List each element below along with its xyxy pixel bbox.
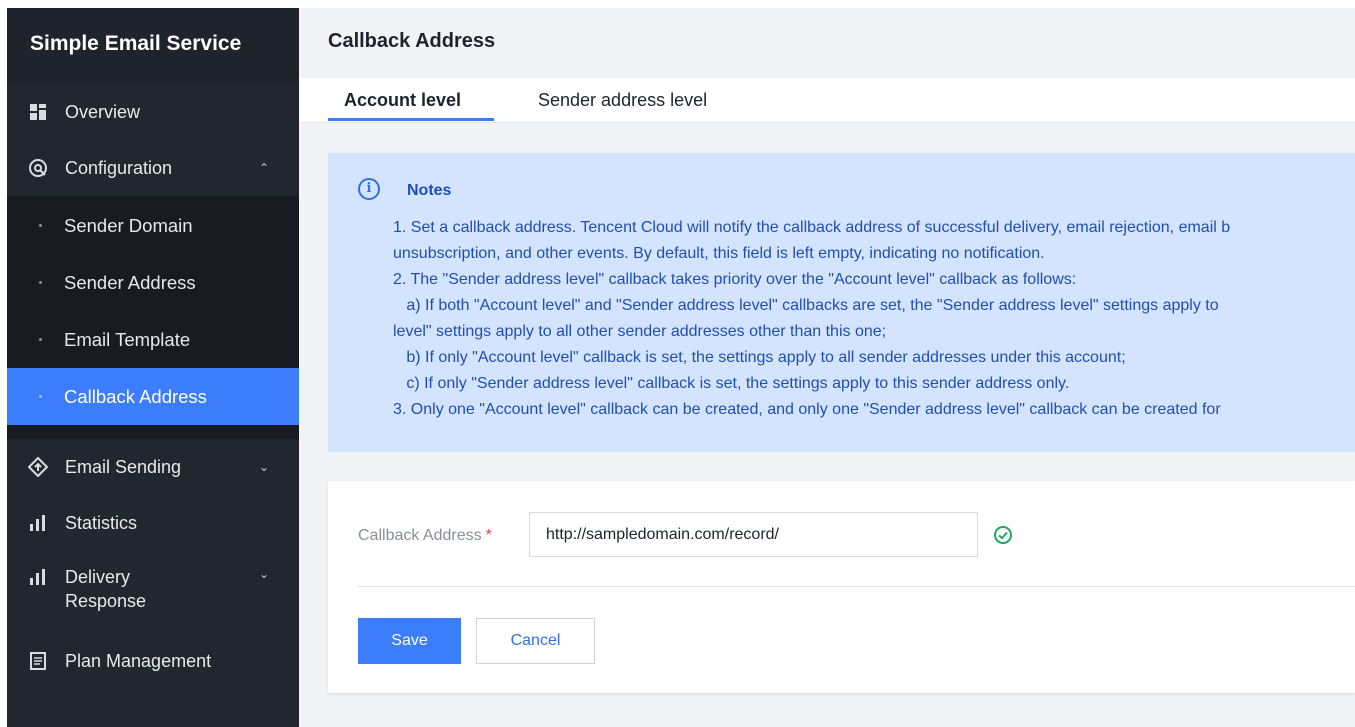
nav-item-label: Delivery Response [65,565,175,613]
nav-item-label-line1: Delivery [65,567,131,587]
send-icon [28,457,48,477]
save-button[interactable]: Save [358,618,461,664]
sidebar: Simple Email Service Overview Configurat… [7,8,299,727]
chevron-down-icon: ⌄ [258,567,269,581]
bullet-icon [39,224,42,227]
document-icon [28,651,48,671]
nav-item-label: Statistics [65,512,138,533]
nav-item-label: Plan Management [65,650,212,671]
info-icon: i [358,178,380,200]
cancel-button[interactable]: Cancel [476,618,595,664]
notes-line: level" settings apply to all other sende… [393,323,887,340]
app-title: Simple Email Service [7,8,299,84]
bullet-icon [39,395,42,398]
nav-item-overview[interactable]: Overview [7,84,299,140]
nav-item-label-line2: Response [65,591,147,611]
notes-body: 1. Set a callback address. Tencent Cloud… [393,215,1355,423]
notes-panel: i Notes 1. Set a callback address. Tence… [328,153,1355,452]
configuration-icon [28,158,48,178]
sidebar-item-email-template[interactable]: Email Template [7,311,299,368]
chevron-up-icon: ⌃ [258,161,269,175]
sidebar-item-sender-domain[interactable]: Sender Domain [7,197,299,254]
configuration-submenu: Sender Domain Sender Address Email Templ… [7,196,299,439]
page-title: Callback Address [328,30,496,52]
tab-sender-address-level[interactable]: Sender address level [538,90,707,111]
divider [358,586,1355,587]
nav-item-label: Email Sending [65,456,182,477]
nav-item-delivery-response[interactable]: Delivery Response ⌄ [7,551,299,633]
active-tab-indicator [328,118,494,121]
sidebar-item-label: Sender Domain [64,214,193,236]
notes-line: unsubscription, and other events. By def… [393,245,1045,262]
notes-line: 1. Set a callback address. Tencent Cloud… [393,219,1231,236]
sidebar-item-label: Sender Address [64,271,196,293]
check-circle-icon [994,526,1012,544]
nav-item-statistics[interactable]: Statistics [7,495,299,551]
nav-item-email-sending[interactable]: Email Sending ⌄ [7,439,299,495]
notes-title: Notes [407,182,452,199]
callback-form-card: Callback Address* Save Cancel [328,481,1355,693]
notes-line: a) If both "Account level" and "Sender a… [393,297,1219,314]
notes-line: b) If only "Account level" callback is s… [393,349,1126,366]
notes-line: 3. Only one "Account level" callback can… [393,401,1221,418]
dashboard-icon [28,102,48,122]
callback-address-label: Callback Address * [358,527,492,545]
nav-item-configuration[interactable]: Configuration ⌃ [7,140,299,196]
callback-address-input[interactable] [529,512,978,557]
sidebar-item-label: Callback Address [64,385,207,407]
bar-chart-icon [28,513,48,533]
bullet-icon [39,281,42,284]
main-content: Callback Address Account level Sender ad… [299,8,1355,727]
notes-line: 2. The "Sender address level" callback t… [393,271,1077,288]
chevron-down-icon: ⌄ [258,460,269,474]
nav-item-label: Overview [65,101,141,122]
sidebar-item-label: Email Template [64,328,191,350]
field-label-text: Callback Address [358,527,482,544]
required-mark: * [485,527,492,544]
sidebar-item-callback-address[interactable]: Callback Address [7,368,299,425]
sidebar-item-sender-address[interactable]: Sender Address [7,254,299,311]
nav-item-plan-management[interactable]: Plan Management [7,633,299,689]
tab-bar: Account level Sender address level [299,78,1355,123]
nav-item-label: Configuration [65,157,173,178]
bar-chart-icon [28,567,48,587]
bullet-icon [39,338,42,341]
tab-account-level[interactable]: Account level [344,90,461,111]
notes-line: c) If only "Sender address level" callba… [393,375,1070,392]
